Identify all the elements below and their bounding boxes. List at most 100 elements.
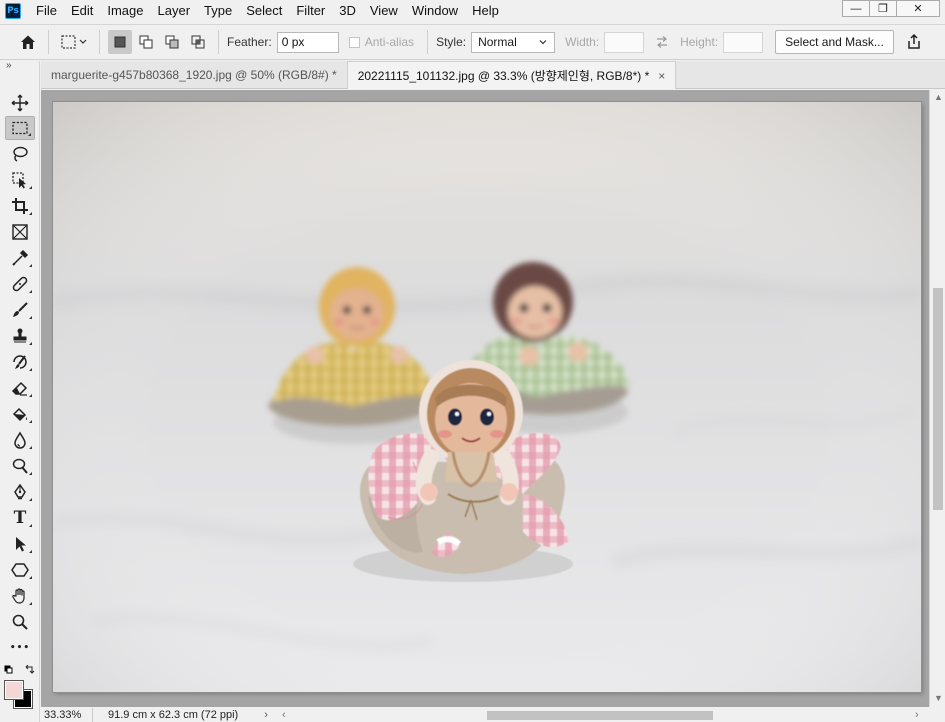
menu-image[interactable]: Image <box>100 0 150 22</box>
more-tools[interactable]: ••• <box>5 636 35 660</box>
marquee-icon <box>12 121 28 135</box>
blur-icon <box>14 431 26 449</box>
foreground-color-swatch[interactable] <box>4 680 24 700</box>
intersect-selection-button[interactable] <box>186 30 210 54</box>
hand-tool[interactable] <box>5 584 35 608</box>
eyedropper-tool[interactable] <box>5 246 35 270</box>
canvas-workspace[interactable] <box>41 90 929 707</box>
shape-tool[interactable] <box>5 558 35 582</box>
select-and-mask-button[interactable]: Select and Mask... <box>775 30 894 54</box>
history-brush-tool[interactable] <box>5 350 35 374</box>
anti-alias-label: Anti-alias <box>364 35 415 49</box>
width-input[interactable] <box>604 31 645 53</box>
menu-layer[interactable]: Layer <box>151 0 198 22</box>
photoshop-logo-icon: Ps <box>5 3 21 19</box>
tab-label: marguerite-g457b80368_1920.jpg @ 50% (RG… <box>51 68 337 82</box>
tool-flyout-indicator <box>29 498 32 501</box>
path-selection-tool[interactable] <box>5 532 35 556</box>
horizontal-scroll-thumb[interactable] <box>487 711 713 720</box>
tool-preset-picker[interactable] <box>57 30 91 54</box>
lasso-tool[interactable] <box>5 142 35 166</box>
share-button[interactable] <box>902 30 926 54</box>
type-icon: T <box>13 508 27 528</box>
scroll-down-icon[interactable]: ▼ <box>934 693 943 703</box>
brush-tool[interactable] <box>5 298 35 322</box>
close-tab-icon[interactable]: × <box>658 69 665 83</box>
menu-file[interactable]: File <box>29 0 64 22</box>
divider <box>99 30 100 54</box>
object-selection-tool[interactable] <box>5 168 35 192</box>
tool-flyout-indicator <box>29 576 32 579</box>
tab-20221115-101132[interactable]: 20221115_101132.jpg @ 33.3% (방향제인형, RGB/… <box>347 61 677 89</box>
healing-brush-tool[interactable] <box>5 272 35 296</box>
scroll-right-icon[interactable]: › <box>915 709 919 721</box>
menu-help[interactable]: Help <box>465 0 506 22</box>
status-menu-arrow-icon[interactable]: › <box>264 709 268 721</box>
vertical-scrollbar[interactable]: ▲ ▼ <box>929 90 945 707</box>
tool-flyout-indicator <box>29 316 32 319</box>
menu-window[interactable]: Window <box>405 0 465 22</box>
height-label: Height: <box>680 35 719 49</box>
ellipsis-icon: ••• <box>9 643 31 653</box>
dodge-tool[interactable] <box>5 454 35 478</box>
document-canvas[interactable] <box>53 102 921 692</box>
share-icon <box>908 33 920 49</box>
zoom-icon <box>12 614 28 630</box>
collapse-panel-button[interactable]: » <box>0 61 39 73</box>
default-colors-icon[interactable] <box>4 665 36 677</box>
tab-marguerite[interactable]: marguerite-g457b80368_1920.jpg @ 50% (RG… <box>41 61 348 89</box>
close-window-button[interactable]: ✕ <box>896 0 940 17</box>
rectangular-marquee-tool[interactable] <box>5 116 35 140</box>
paint-bucket-tool[interactable] <box>5 402 35 426</box>
bucket-icon <box>12 407 28 422</box>
tool-flyout-indicator <box>29 212 32 215</box>
document-tabs: marguerite-g457b80368_1920.jpg @ 50% (RG… <box>41 61 945 89</box>
marquee-preset-icon <box>61 35 87 49</box>
subtract-selection-icon <box>165 35 179 49</box>
vertical-scroll-thumb[interactable] <box>933 288 943 510</box>
menu-bar: Ps File Edit Image Layer Type Select Fil… <box>0 0 945 22</box>
restore-button[interactable]: ❐ <box>869 0 897 17</box>
color-swatches <box>4 665 36 709</box>
menu-type[interactable]: Type <box>197 0 239 22</box>
minimize-button[interactable]: — <box>842 0 870 17</box>
menu-edit[interactable]: Edit <box>64 0 100 22</box>
feather-input[interactable] <box>276 31 339 53</box>
swap-icon <box>657 36 668 48</box>
pen-tool[interactable] <box>5 480 35 504</box>
height-input[interactable] <box>723 31 764 53</box>
tool-flyout-indicator <box>29 602 32 605</box>
scroll-up-icon[interactable]: ▲ <box>934 92 943 102</box>
zoom-tool[interactable] <box>5 610 35 634</box>
document-info: 91.9 cm x 62.3 cm (72 ppi) <box>108 709 239 721</box>
horizontal-scrollbar[interactable]: ‹ › <box>280 708 929 722</box>
crop-tool[interactable] <box>5 194 35 218</box>
width-label: Width: <box>565 35 600 49</box>
scroll-left-icon[interactable]: ‹ <box>282 709 286 721</box>
menu-filter[interactable]: Filter <box>289 0 332 22</box>
anti-alias-checkbox[interactable] <box>348 36 360 48</box>
window-controls: — ❐ ✕ <box>842 0 940 17</box>
status-bar: 33.33% 91.9 cm x 62.3 cm (72 ppi) › <box>41 708 281 722</box>
zoom-level-field[interactable]: 33.33% <box>41 708 93 722</box>
chevron-down-icon <box>539 40 547 45</box>
new-selection-button[interactable] <box>108 30 132 54</box>
swap-dimensions-button[interactable] <box>650 30 674 54</box>
frame-tool[interactable] <box>5 220 35 244</box>
eraser-tool[interactable] <box>5 376 35 400</box>
type-tool[interactable]: T <box>5 506 35 530</box>
home-button[interactable] <box>16 30 40 54</box>
clone-stamp-tool[interactable] <box>5 324 35 348</box>
subtract-from-selection-button[interactable] <box>160 30 184 54</box>
style-select[interactable]: Normal <box>471 31 556 53</box>
tool-flyout-indicator <box>29 264 32 267</box>
menu-3d[interactable]: 3D <box>332 0 363 22</box>
tool-flyout-indicator <box>29 342 32 345</box>
add-selection-icon <box>139 35 153 49</box>
add-to-selection-button[interactable] <box>134 30 158 54</box>
move-tool[interactable] <box>5 91 35 115</box>
menu-select[interactable]: Select <box>239 0 289 22</box>
tool-flyout-indicator <box>29 446 32 449</box>
blur-tool[interactable] <box>5 428 35 452</box>
menu-view[interactable]: View <box>363 0 405 22</box>
